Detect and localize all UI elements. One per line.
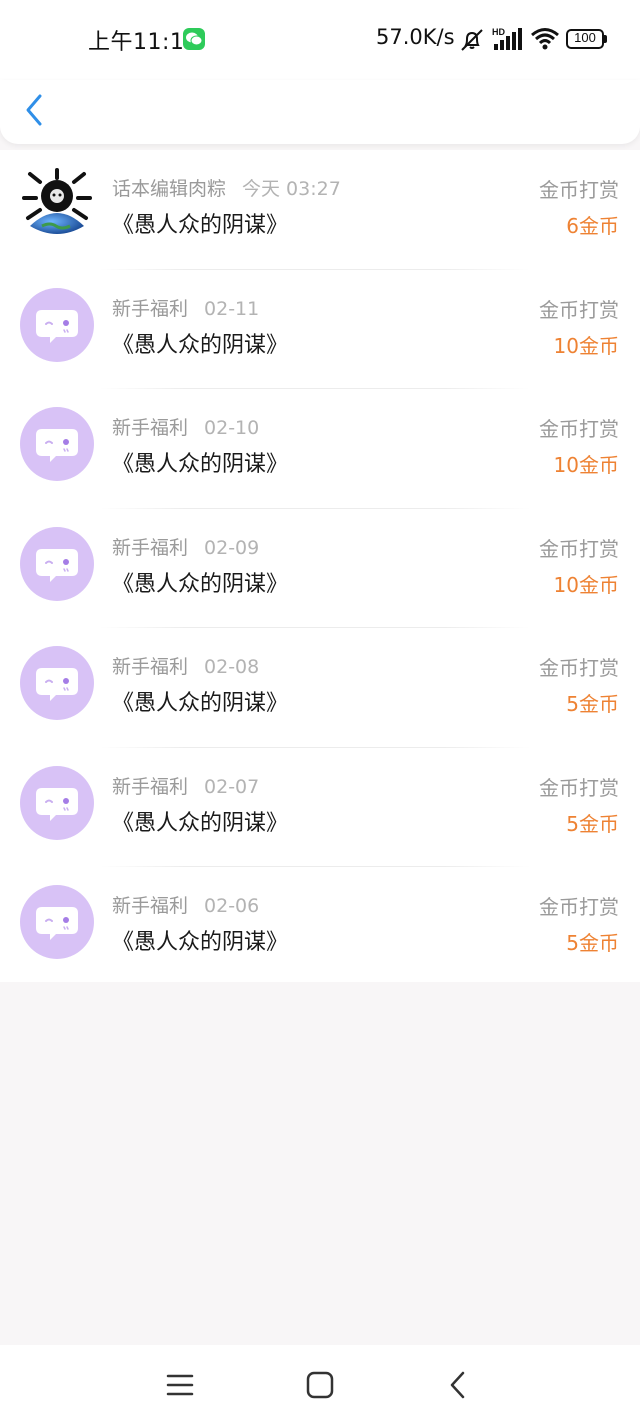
reward-meta: 新手福利 02-07	[112, 772, 259, 799]
reward-type: 金币打赏	[539, 536, 619, 561]
reward-row[interactable]: 新手福利 02-11 《愚人众的阴谋》 金币打赏 10金币	[0, 270, 640, 389]
reward-type: 金币打赏	[539, 297, 619, 322]
reward-time: 02-10	[204, 417, 260, 439]
reward-type: 金币打赏	[539, 775, 619, 800]
reward-list: 话本编辑肉粽 今天 03:27 《愚人众的阴谋》 金币打赏 6金币 新手福利 02-…	[0, 150, 640, 982]
avatar[interactable]	[20, 885, 94, 959]
home-square-icon	[306, 1371, 334, 1399]
chat-bubble-icon	[36, 429, 78, 462]
page-header	[0, 80, 640, 144]
sender-name: 话本编辑肉粽	[112, 178, 227, 200]
avatar[interactable]	[20, 287, 94, 362]
reward-row[interactable]: 新手福利 02-07 《愚人众的阴谋》 金币打赏 5金币	[0, 748, 640, 867]
reward-type: 金币打赏	[539, 656, 619, 680]
avatar[interactable]	[20, 526, 94, 601]
book-title: 《愚人众的阴谋》	[112, 332, 289, 358]
chat-bubble-icon	[36, 548, 78, 582]
chat-bubble-icon	[36, 309, 78, 343]
book-title: 《愚人众的阴谋》	[112, 930, 289, 955]
book-title: 《愚人众的阴谋》	[112, 571, 289, 597]
sender-name: 新手福利	[112, 775, 189, 798]
reward-amount: 5金币	[566, 931, 619, 955]
svg-text:HD: HD	[492, 27, 505, 37]
reward-row[interactable]: 新手福利 02-08 《愚人众的阴谋》 金币打赏 5金币	[0, 628, 640, 748]
hd-signal-icon: HD	[492, 27, 522, 50]
reward-meta: 新手福利 02-11	[112, 294, 259, 321]
reward-time: 02-08	[204, 656, 260, 678]
back-triangle-icon	[450, 1371, 465, 1399]
sender-name: 新手福利	[112, 297, 189, 320]
battery-icon: 100	[566, 29, 608, 49]
reward-amount: 10金币	[553, 453, 619, 477]
reward-time: 02-07	[204, 775, 260, 798]
sender-name: 新手福利	[112, 536, 189, 559]
network-speed: 57.0K/s	[376, 25, 455, 49]
status-bar: 上午11:12 57.0K/s HD 100	[0, 0, 640, 80]
avatar[interactable]	[20, 765, 94, 840]
system-back-button[interactable]	[441, 1367, 477, 1403]
reward-meta: 新手福利 02-10	[112, 413, 259, 440]
reward-amount: 6金币	[566, 214, 619, 238]
sender-name: 新手福利	[112, 895, 189, 917]
avatar[interactable]	[20, 407, 94, 481]
reward-row[interactable]: 话本编辑肉粽 今天 03:27 《愚人众的阴谋》 金币打赏 6金币	[0, 150, 640, 270]
chevron-left-icon	[26, 94, 42, 126]
reward-row[interactable]: 新手福利 02-10 《愚人众的阴谋》 金币打赏 10金币	[0, 389, 640, 509]
sender-name: 新手福利	[112, 417, 189, 439]
wifi-icon	[531, 28, 559, 50]
book-title: 《愚人众的阴谋》	[112, 213, 289, 238]
book-title: 《愚人众的阴谋》	[112, 452, 289, 477]
back-button[interactable]	[20, 92, 54, 132]
menu-button[interactable]	[162, 1367, 198, 1403]
reward-amount: 10金币	[553, 333, 619, 358]
chat-bubble-icon	[36, 907, 78, 940]
book-title: 《愚人众的阴谋》	[112, 691, 289, 716]
reward-meta: 话本编辑肉粽 今天 03:27	[112, 174, 341, 201]
reward-amount: 5金币	[566, 811, 619, 836]
reward-time: 今天 03:27	[242, 178, 341, 200]
home-button[interactable]	[302, 1367, 338, 1403]
reward-meta: 新手福利 02-06	[112, 891, 259, 918]
reward-type: 金币打赏	[539, 178, 619, 202]
menu-icon	[166, 1374, 194, 1396]
reward-type: 金币打赏	[539, 895, 619, 919]
reward-row[interactable]: 新手福利 02-06 《愚人众的阴谋》 金币打赏 5金币	[0, 867, 640, 987]
sender-name: 新手福利	[112, 656, 189, 678]
chat-bubble-icon	[36, 668, 78, 701]
system-nav-bar	[0, 1345, 640, 1423]
custom-avatar-icon	[22, 168, 92, 234]
reward-row[interactable]: 新手福利 02-09 《愚人众的阴谋》 金币打赏 10金币	[0, 509, 640, 628]
reward-meta: 新手福利 02-09	[112, 533, 259, 560]
reward-meta: 新手福利 02-08	[112, 652, 259, 679]
chat-bubble-icon	[36, 787, 78, 821]
reward-time: 02-09	[204, 536, 260, 559]
wechat-icon	[183, 28, 205, 50]
avatar[interactable]	[20, 646, 94, 720]
reward-amount: 10金币	[553, 572, 619, 597]
reward-amount: 5金币	[566, 692, 619, 716]
reward-time: 02-11	[204, 297, 260, 320]
battery-level: 100	[574, 30, 596, 45]
reward-time: 02-06	[204, 895, 260, 917]
reward-type: 金币打赏	[539, 417, 619, 441]
avatar[interactable]	[20, 168, 94, 242]
mute-icon	[461, 29, 483, 51]
book-title: 《愚人众的阴谋》	[112, 810, 289, 836]
